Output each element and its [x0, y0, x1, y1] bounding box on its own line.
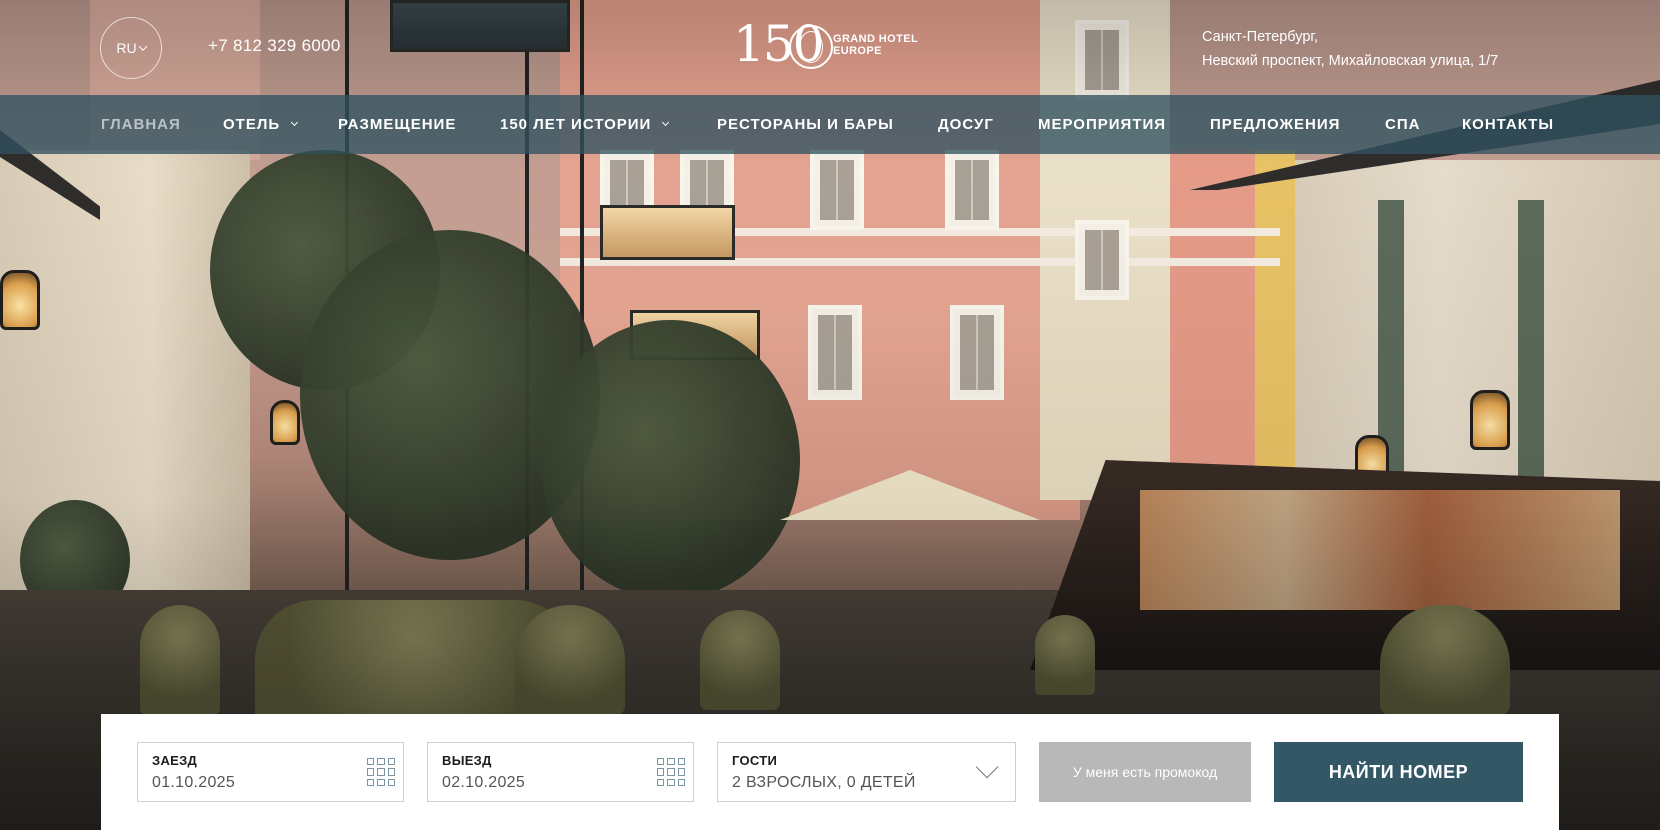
- chevron-down-icon: [662, 118, 670, 127]
- find-room-button[interactable]: НАЙТИ НОМЕР: [1274, 742, 1523, 802]
- logo-name: GRAND HOTEL EUROPE: [833, 33, 918, 57]
- nav-item-home[interactable]: ГЛАВНАЯ: [101, 95, 181, 154]
- promo-code-button[interactable]: У меня есть промокод: [1039, 742, 1251, 802]
- main-navigation: ГЛАВНАЯ ОТЕЛЬ РАЗМЕЩЕНИЕ 150 ЛЕТ ИСТОРИИ…: [0, 95, 1660, 154]
- chevron-down-icon: [291, 118, 299, 127]
- hotel-logo[interactable]: 150 GRAND HOTEL EUROPE: [733, 17, 933, 77]
- nav-item-offers[interactable]: ПРЕДЛОЖЕНИЯ: [1210, 95, 1340, 154]
- phone-link[interactable]: +7 812 329 6000: [208, 36, 341, 56]
- nav-item-label: 150 ЛЕТ ИСТОРИИ: [500, 116, 652, 133]
- nav-item-label: ДОСУГ: [938, 116, 994, 133]
- nav-item-label: СПА: [1385, 116, 1421, 133]
- calendar-icon[interactable]: [657, 758, 685, 786]
- nav-item-hotel[interactable]: ОТЕЛЬ: [223, 95, 299, 154]
- site-header: RU +7 812 329 6000 150 GRAND HOTEL EUROP…: [0, 0, 1660, 92]
- nav-item-spa[interactable]: СПА: [1385, 95, 1420, 154]
- guests-select[interactable]: ГОСТИ 2 ВЗРОСЛЫХ, 0 ДЕТЕЙ: [717, 742, 1016, 802]
- hotel-address: Санкт-Петербург, Невский проспект, Михай…: [1202, 25, 1498, 73]
- guests-label: ГОСТИ: [732, 753, 778, 768]
- nav-item-history[interactable]: 150 ЛЕТ ИСТОРИИ: [500, 95, 670, 154]
- language-selector[interactable]: RU: [100, 17, 162, 79]
- guests-value: 2 ВЗРОСЛЫХ, 0 ДЕТЕЙ: [732, 774, 916, 791]
- booking-form: ЗАЕЗД 01.10.2025 ВЫЕЗД 02.10.2025 ГОСТИ …: [101, 714, 1559, 830]
- logo-name-line1: GRAND HOTEL: [833, 33, 919, 45]
- chevron-down-icon: [975, 755, 999, 779]
- address-line2: Невский проспект, Михайловская улица, 1/…: [1202, 53, 1499, 69]
- language-label: RU: [116, 40, 137, 56]
- checkin-label: ЗАЕЗД: [152, 753, 198, 768]
- nav-item-label: ГЛАВНАЯ: [101, 116, 181, 133]
- nav-item-label: МЕРОПРИЯТИЯ: [1038, 116, 1167, 133]
- nav-item-restaurants[interactable]: РЕСТОРАНЫ И БАРЫ: [717, 95, 894, 154]
- nav-item-label: РАЗМЕЩЕНИЕ: [338, 116, 457, 133]
- nav-item-label: ОТЕЛЬ: [223, 116, 281, 133]
- calendar-icon[interactable]: [367, 758, 395, 786]
- checkin-value: 01.10.2025: [152, 774, 236, 791]
- checkout-label: ВЫЕЗД: [442, 753, 492, 768]
- nav-item-accommodation[interactable]: РАЗМЕЩЕНИЕ: [338, 95, 456, 154]
- nav-item-label: РЕСТОРАНЫ И БАРЫ: [717, 116, 894, 133]
- nav-item-label: ПРЕДЛОЖЕНИЯ: [1210, 116, 1341, 133]
- logo-name-line2: EUROPE: [833, 45, 882, 57]
- nav-item-label: КОНТАКТЫ: [1462, 116, 1555, 133]
- checkin-date-field[interactable]: ЗАЕЗД 01.10.2025: [137, 742, 404, 802]
- address-line1: Санкт-Петербург,: [1202, 29, 1318, 45]
- logo-monogram-inner-icon: [799, 31, 823, 63]
- chevron-down-icon: [138, 42, 147, 51]
- nav-item-leisure[interactable]: ДОСУГ: [938, 95, 994, 154]
- nav-item-events[interactable]: МЕРОПРИЯТИЯ: [1038, 95, 1166, 154]
- checkout-value: 02.10.2025: [442, 774, 526, 791]
- checkout-date-field[interactable]: ВЫЕЗД 02.10.2025: [427, 742, 694, 802]
- nav-item-contacts[interactable]: КОНТАКТЫ: [1462, 95, 1554, 154]
